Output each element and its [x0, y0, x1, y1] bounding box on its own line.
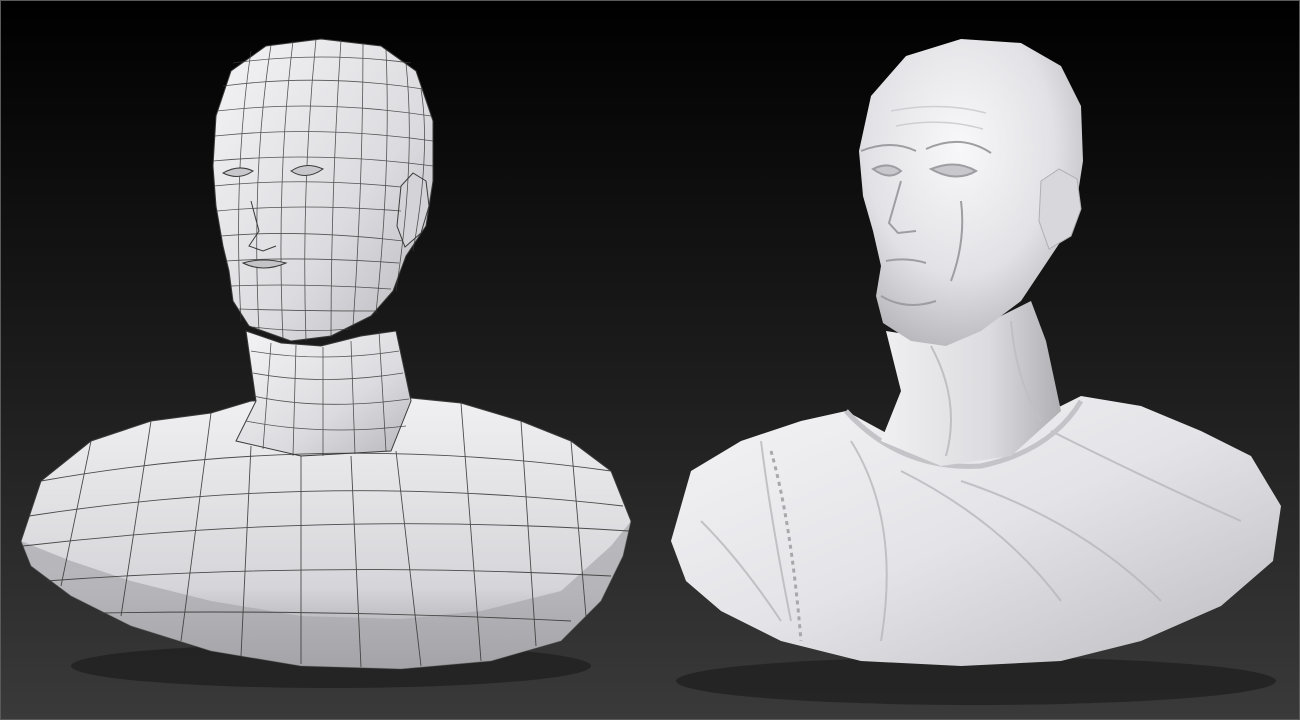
sculpted-bust-model[interactable] — [1, 1, 1300, 720]
zbrush-viewport[interactable] — [0, 0, 1300, 720]
bust-ear — [1038, 168, 1082, 250]
